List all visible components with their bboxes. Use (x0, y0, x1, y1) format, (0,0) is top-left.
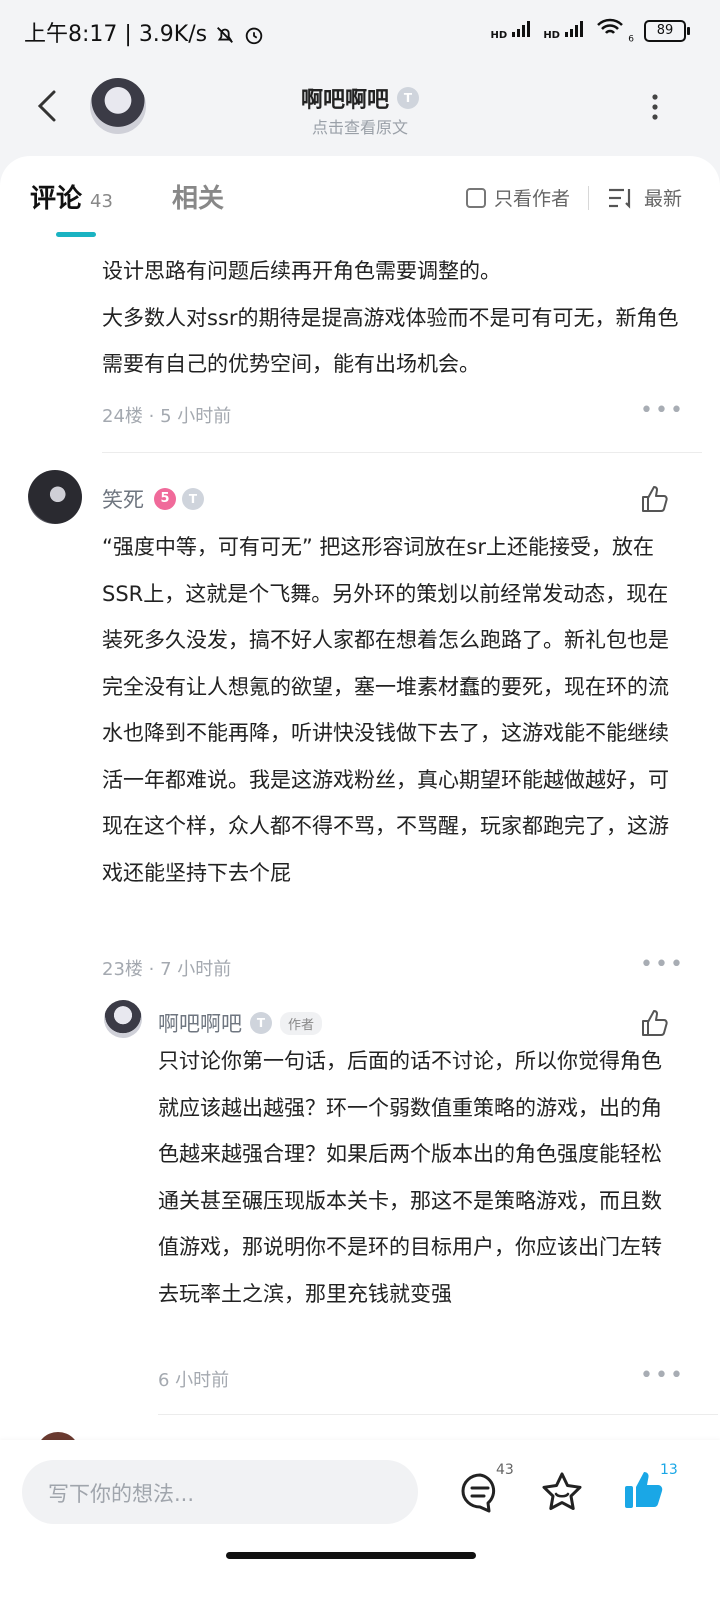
more-button[interactable] (640, 92, 670, 122)
battery-icon: 89 (644, 20, 690, 43)
avatar[interactable] (28, 470, 82, 524)
star-icon (542, 1472, 582, 1510)
like-count-badge: 13 (660, 1462, 678, 1478)
sort-button[interactable]: 最新 (608, 184, 682, 211)
comment-paragraph: 设计思路有问题后续再开角色需要调整的。 (102, 259, 501, 283)
comment-body: “强度中等，可有可无” 把这形容词放在sr上还能接受，放在SSR上，这就是个飞舞… (102, 535, 669, 885)
comment-meta: 23楼 · 7 小时前 (102, 959, 232, 980)
divider (588, 186, 589, 210)
comments-count: 43 (90, 191, 113, 212)
view-original-link[interactable]: 点击查看原文 (0, 114, 720, 138)
author-tag: 作者 (280, 1011, 323, 1035)
mute-bell-icon (217, 27, 234, 43)
ellipsis-icon[interactable]: ••• (640, 398, 685, 423)
comment-input-placeholder: 写下你的想法... (48, 1482, 195, 1506)
post-author-title[interactable]: 啊吧啊吧 T (0, 82, 720, 114)
divider (158, 1414, 718, 1415)
reply-time: 6 小时前 (158, 1370, 230, 1391)
status-time: 上午8:17 | 3.9K/s (24, 16, 265, 48)
divider (102, 452, 702, 453)
author-name: 啊吧啊吧 (300, 88, 389, 113)
more-vertical-icon (652, 94, 658, 120)
comment-body: 设计思路有问题后续再开角色需要调整的。 大多数人对ssr的期待是提高游戏体验而不… (102, 248, 682, 388)
alarm-icon (245, 27, 263, 45)
only-author-toggle[interactable]: 只看作者 (466, 184, 570, 211)
signal-icon: HD (543, 20, 586, 42)
ellipsis-icon[interactable]: ••• (640, 1363, 685, 1388)
user-name: 啊吧啊吧 (158, 1012, 242, 1036)
comment-paragraph: 大多数人对ssr的期待是提高游戏体验而不是可有可无，新角色需要有自己的优势空间，… (102, 305, 679, 377)
comment-user[interactable]: 笑死 5 T (102, 484, 204, 514)
level-badge-icon: 5 (154, 488, 176, 510)
user-badge-icon: T (397, 87, 419, 109)
status-bar: 上午8:17 | 3.9K/s HD HD 6 89 (0, 0, 720, 64)
user-badge-icon: T (182, 488, 204, 510)
ellipsis-icon[interactable]: ••• (640, 952, 685, 977)
user-name: 笑死 (102, 488, 144, 512)
home-indicator[interactable] (226, 1552, 476, 1559)
comment-count-badge: 43 (496, 1462, 514, 1478)
tab-comments[interactable]: 评论 43 (30, 178, 113, 215)
tab-related[interactable]: 相关 (172, 178, 224, 215)
reply-body: 只讨论你第一句话，后面的话不讨论，所以你觉得角色就应该越出越强？环一个弱数值重策… (158, 1049, 662, 1306)
avatar[interactable] (104, 1000, 142, 1038)
thumbs-up-icon[interactable] (640, 484, 670, 514)
reply-user[interactable]: 啊吧啊吧 T 作者 (158, 1008, 323, 1038)
signal-icon: HD (491, 20, 534, 42)
thumbs-up-icon[interactable] (640, 1008, 670, 1038)
wifi-icon: 6 (596, 18, 634, 45)
status-icons: HD HD 6 89 (491, 18, 690, 45)
comment-meta: 24楼 · 5 小时前 (102, 406, 232, 427)
user-badge-icon: T (250, 1012, 272, 1034)
checkbox-icon (466, 187, 486, 208)
favorite-button[interactable] (540, 1470, 584, 1518)
sort-icon (609, 188, 631, 209)
active-tab-indicator (56, 232, 96, 237)
